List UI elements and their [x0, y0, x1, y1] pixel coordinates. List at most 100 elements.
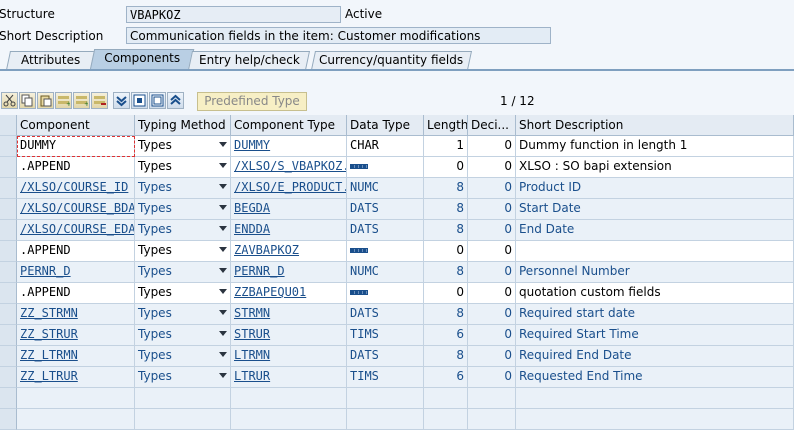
row-selector[interactable] [0, 199, 17, 220]
component-type-cell[interactable]: BEGDA [231, 199, 347, 220]
component-type-value[interactable]: ZZBAPEQU01 [234, 285, 306, 299]
component-type-cell[interactable]: ZAVBAPKOZ [231, 241, 347, 262]
table-row[interactable]: ZZ_STRMN Types STRMN DATS 8 0 Required start d… [0, 304, 794, 325]
delete-row-button[interactable] [91, 92, 108, 109]
row-selector[interactable] [0, 157, 17, 178]
component-type-value[interactable]: /XLSO/S_VBAPKOZ... [234, 159, 346, 173]
typing-method-cell[interactable]: Types [135, 325, 231, 346]
cut-button[interactable] [1, 92, 18, 109]
component-type-cell[interactable]: STRUR [231, 325, 347, 346]
dropdown-arrow-icon[interactable] [219, 247, 227, 252]
component-type-value[interactable]: DUMMY [234, 138, 270, 152]
table-row[interactable]: DUMMY Types DUMMY CHAR 1 0 Dummy function in l… [0, 136, 794, 157]
component-cell[interactable]: ZZ_STRUR [17, 325, 135, 346]
component-cell[interactable]: ZZ_STRMN [17, 304, 135, 325]
row-selector[interactable] [0, 388, 17, 409]
typing-method-cell[interactable]: Types [135, 220, 231, 241]
typing-method-cell[interactable]: Types [135, 346, 231, 367]
structure-field[interactable]: VBAPKOZ [126, 6, 341, 23]
append-row-button[interactable]: + [73, 92, 90, 109]
row-selector[interactable] [0, 367, 17, 388]
typing-method-cell[interactable] [135, 388, 231, 409]
component-cell[interactable]: PERNR_D [17, 262, 135, 283]
table-row[interactable]: /XLSO/COURSE_ID Types/XLSO/E_PRODUCT... NU… [0, 178, 794, 199]
select-all-button[interactable] [149, 92, 166, 109]
typing-method-cell[interactable]: Types [135, 157, 231, 178]
dropdown-arrow-icon[interactable] [219, 352, 227, 357]
col-length[interactable]: Length [424, 115, 468, 136]
table-row[interactable]: ZZ_STRUR Types STRUR TIMS 6 0 Required Start T… [0, 325, 794, 346]
row-selector[interactable] [0, 325, 17, 346]
col-component-type[interactable]: Component Type [231, 115, 347, 136]
col-typing-method[interactable]: Typing Method [135, 115, 231, 136]
typing-method-cell[interactable]: Types [135, 199, 231, 220]
typing-method-cell[interactable]: Types [135, 262, 231, 283]
component-type-cell[interactable]: /XLSO/E_PRODUCT... [231, 178, 347, 199]
component-type-cell[interactable] [231, 388, 347, 409]
component-type-value[interactable]: ZAVBAPKOZ [234, 243, 299, 257]
dropdown-arrow-icon[interactable] [219, 268, 227, 273]
component-type-cell[interactable]: DUMMY [231, 136, 347, 157]
table-row[interactable]: .APPEND Types ZAVBAPKOZ 0 0 [0, 241, 794, 262]
dropdown-arrow-icon[interactable] [219, 142, 227, 147]
collapse-button[interactable] [167, 92, 184, 109]
component-cell[interactable]: /XLSO/COURSE_BDA [17, 199, 135, 220]
typing-method-cell[interactable]: Types [135, 178, 231, 199]
component-type-cell[interactable]: STRMN [231, 304, 347, 325]
component-cell[interactable] [17, 388, 135, 409]
component-cell[interactable]: .APPEND [17, 157, 135, 178]
row-selector[interactable] [0, 262, 17, 283]
typing-method-cell[interactable]: Types [135, 136, 231, 157]
component-type-value[interactable]: STRMN [234, 306, 270, 320]
typing-method-cell[interactable]: Types [135, 304, 231, 325]
table-row[interactable]: PERNR_D Types PERNR_D NUMC 8 0 Personnel Numbe… [0, 262, 794, 283]
row-selector[interactable] [0, 409, 17, 430]
component-cell[interactable]: .APPEND [17, 241, 135, 262]
select-block-button[interactable] [131, 92, 148, 109]
dropdown-arrow-icon[interactable] [219, 163, 227, 168]
component-type-cell[interactable]: LTRUR [231, 367, 347, 388]
col-component[interactable]: Component [17, 115, 135, 136]
component-cell[interactable]: ZZ_LTRMN [17, 346, 135, 367]
dropdown-arrow-icon[interactable] [219, 205, 227, 210]
component-type-value[interactable]: ENDDA [234, 222, 270, 236]
component-type-value[interactable]: /XLSO/E_PRODUCT... [234, 180, 346, 194]
component-cell[interactable]: /XLSO/COURSE_ID [17, 178, 135, 199]
dropdown-arrow-icon[interactable] [219, 331, 227, 336]
dropdown-arrow-icon[interactable] [219, 310, 227, 315]
table-row[interactable]: /XLSO/COURSE_BDA Types BEGDA DATS 8 0 Start Da… [0, 199, 794, 220]
table-row[interactable]: ZZ_LTRUR Types LTRUR TIMS 6 0 Requested End Ti… [0, 367, 794, 388]
typing-method-cell[interactable] [135, 409, 231, 430]
row-selector[interactable] [0, 220, 17, 241]
component-type-cell[interactable]: PERNR_D [231, 262, 347, 283]
component-type-cell[interactable] [231, 409, 347, 430]
row-selector[interactable] [0, 304, 17, 325]
component-type-value[interactable]: LTRMN [234, 348, 270, 362]
component-type-cell[interactable]: ZZBAPEQU01 [231, 283, 347, 304]
component-type-value[interactable]: PERNR_D [234, 264, 285, 278]
table-row[interactable]: .APPEND Types ZZBAPEQU01 0 0 quotation custom… [0, 283, 794, 304]
table-row[interactable]: ZZ_LTRMN Types LTRMN DATS 8 0 Required End Dat… [0, 346, 794, 367]
component-type-value[interactable]: LTRUR [234, 369, 270, 383]
component-type-value[interactable]: STRUR [234, 327, 270, 341]
table-row[interactable]: /XLSO/COURSE_EDA Types ENDDA DATS 8 0 End Date [0, 220, 794, 241]
paste-button[interactable] [37, 92, 54, 109]
select-all-rows[interactable] [0, 115, 17, 136]
row-selector[interactable] [0, 136, 17, 157]
component-cell[interactable] [17, 409, 135, 430]
table-row[interactable] [0, 388, 794, 409]
component-cell[interactable]: DUMMY [17, 136, 135, 157]
predefined-type-button[interactable]: Predefined Type [197, 92, 307, 111]
component-cell[interactable]: .APPEND [17, 283, 135, 304]
component-type-cell[interactable]: ENDDA [231, 220, 347, 241]
row-selector[interactable] [0, 241, 17, 262]
col-short-description[interactable]: Short Description [516, 115, 794, 136]
tab-attributes[interactable]: Attributes [5, 51, 97, 70]
col-decimals[interactable]: Deci... [468, 115, 516, 136]
component-cell[interactable]: /XLSO/COURSE_EDA [17, 220, 135, 241]
tab-entry-help-check[interactable]: Entry help/check [187, 51, 311, 70]
component-cell[interactable]: ZZ_LTRUR [17, 367, 135, 388]
typing-method-cell[interactable]: Types [135, 241, 231, 262]
dropdown-arrow-icon[interactable] [219, 373, 227, 378]
table-row[interactable] [0, 409, 794, 430]
